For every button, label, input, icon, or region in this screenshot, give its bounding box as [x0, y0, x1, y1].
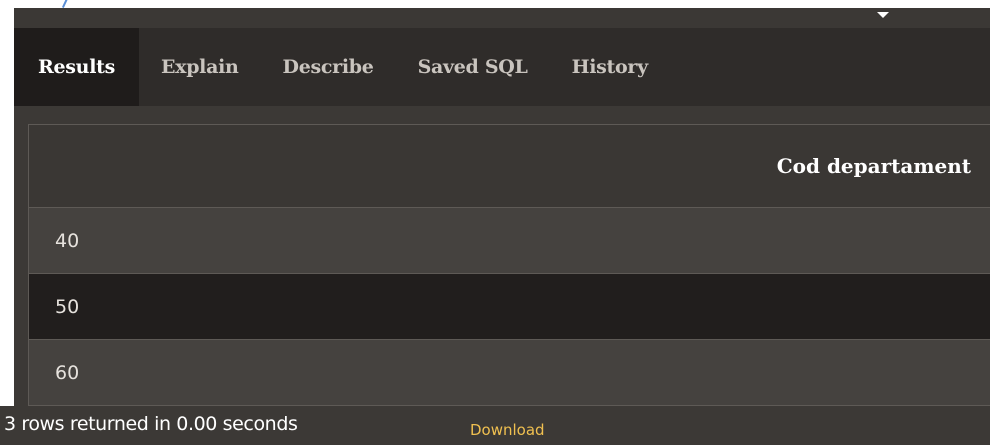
tab-results[interactable]: Results: [14, 28, 139, 106]
table-row[interactable]: 40: [29, 208, 990, 274]
tab-describe[interactable]: Describe: [261, 28, 396, 106]
table-header: Cod departament: [29, 125, 990, 208]
splitter-bar[interactable]: [14, 10, 990, 28]
top-strip: [0, 0, 990, 11]
result-tabs: Results Explain Describe Saved SQL Histo…: [14, 28, 990, 106]
results-footer: 3 rows returned in 0.00 seconds Download: [0, 406, 990, 445]
row-count-status: 3 rows returned in 0.00 seconds: [4, 413, 298, 435]
table-cell: 50: [55, 295, 80, 318]
table-cell: 40: [55, 229, 80, 252]
left-gutter: [0, 8, 14, 445]
download-link[interactable]: Download: [470, 421, 545, 439]
caret-down-icon[interactable]: [877, 12, 889, 18]
tab-saved-sql[interactable]: Saved SQL: [396, 28, 550, 106]
tab-saved-sql-label: Saved SQL: [417, 56, 528, 78]
column-header-cod-departament[interactable]: Cod departament: [777, 154, 990, 178]
table-row[interactable]: 60: [29, 340, 990, 406]
table-cell: 60: [55, 361, 80, 384]
sql-results-view: Results Explain Describe Saved SQL Histo…: [0, 0, 990, 445]
tab-describe-label: Describe: [282, 56, 374, 78]
cursor-mark: [61, 0, 69, 8]
tab-explain[interactable]: Explain: [139, 28, 261, 106]
tab-explain-label: Explain: [160, 56, 239, 78]
results-table: Cod departament 40 50 60: [28, 124, 990, 406]
table-row[interactable]: 50: [29, 274, 990, 340]
tab-history[interactable]: History: [550, 28, 670, 106]
tab-history-label: History: [571, 56, 649, 78]
tab-results-label: Results: [38, 56, 115, 78]
